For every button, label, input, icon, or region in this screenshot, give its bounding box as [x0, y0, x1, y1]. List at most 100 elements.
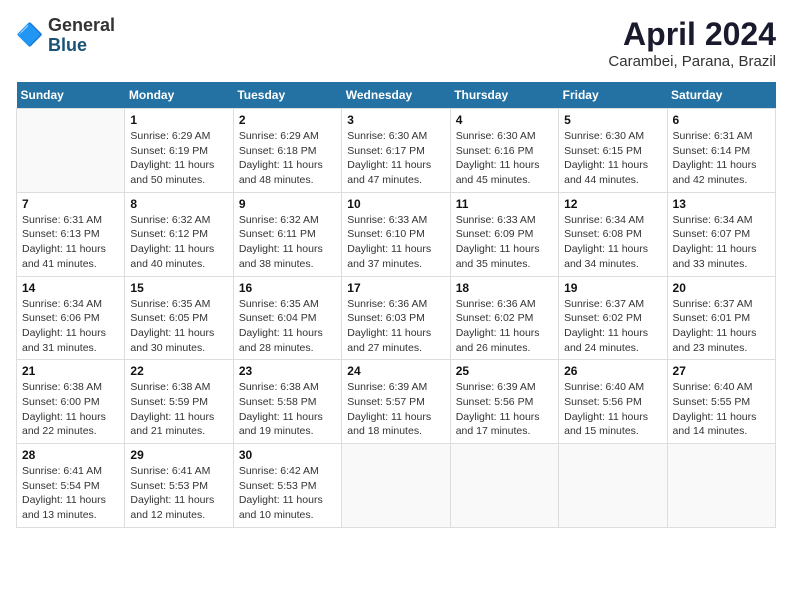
cell-content: Sunrise: 6:40 AM Sunset: 5:55 PM Dayligh… [673, 380, 770, 439]
cell-content: Sunrise: 6:29 AM Sunset: 6:18 PM Dayligh… [239, 129, 336, 188]
calendar-cell: 7 Sunrise: 6:31 AM Sunset: 6:13 PM Daylig… [17, 192, 125, 276]
day-number: 5 [564, 113, 661, 127]
calendar-cell: 5 Sunrise: 6:30 AM Sunset: 6:15 PM Daylig… [559, 109, 667, 193]
cell-content: Sunrise: 6:31 AM Sunset: 6:14 PM Dayligh… [673, 129, 770, 188]
logo-text: General Blue [48, 16, 115, 56]
cell-content: Sunrise: 6:35 AM Sunset: 6:05 PM Dayligh… [130, 297, 227, 356]
cell-content: Sunrise: 6:30 AM Sunset: 6:16 PM Dayligh… [456, 129, 553, 188]
calendar-cell: 8 Sunrise: 6:32 AM Sunset: 6:12 PM Daylig… [125, 192, 233, 276]
calendar-cell: 19 Sunrise: 6:37 AM Sunset: 6:02 PM Dayli… [559, 276, 667, 360]
cell-content: Sunrise: 6:36 AM Sunset: 6:03 PM Dayligh… [347, 297, 444, 356]
calendar-week-row: 1 Sunrise: 6:29 AM Sunset: 6:19 PM Daylig… [17, 109, 776, 193]
day-number: 3 [347, 113, 444, 127]
calendar-cell [667, 444, 775, 528]
day-number: 4 [456, 113, 553, 127]
cell-content: Sunrise: 6:33 AM Sunset: 6:10 PM Dayligh… [347, 213, 444, 272]
day-number: 22 [130, 364, 227, 378]
cell-content: Sunrise: 6:34 AM Sunset: 6:07 PM Dayligh… [673, 213, 770, 272]
calendar-cell: 16 Sunrise: 6:35 AM Sunset: 6:04 PM Dayli… [233, 276, 341, 360]
logo-blue: Blue [48, 36, 115, 56]
cell-content: Sunrise: 6:30 AM Sunset: 6:15 PM Dayligh… [564, 129, 661, 188]
cell-content: Sunrise: 6:39 AM Sunset: 5:57 PM Dayligh… [347, 380, 444, 439]
calendar-cell: 2Sunrise: 6:29 AM Sunset: 6:18 PM Daylig… [233, 109, 341, 193]
calendar-cell: 17 Sunrise: 6:36 AM Sunset: 6:03 PM Dayli… [342, 276, 450, 360]
day-number: 16 [239, 281, 336, 295]
calendar-cell: 9 Sunrise: 6:32 AM Sunset: 6:11 PM Daylig… [233, 192, 341, 276]
calendar-cell: 26 Sunrise: 6:40 AM Sunset: 5:56 PM Dayli… [559, 360, 667, 444]
day-number: 30 [239, 448, 336, 462]
calendar-day-header: Sunday [17, 82, 125, 109]
cell-content: Sunrise: 6:38 AM Sunset: 5:59 PM Dayligh… [130, 380, 227, 439]
calendar-day-header: Saturday [667, 82, 775, 109]
svg-text:🔷: 🔷 [16, 22, 43, 47]
logo-icon: 🔷 [16, 22, 44, 50]
calendar-day-header: Monday [125, 82, 233, 109]
cell-content: Sunrise: 6:32 AM Sunset: 6:11 PM Dayligh… [239, 213, 336, 272]
day-number: 21 [22, 364, 119, 378]
day-number: 14 [22, 281, 119, 295]
calendar-cell: 23 Sunrise: 6:38 AM Sunset: 5:58 PM Dayli… [233, 360, 341, 444]
cell-content: Sunrise: 6:40 AM Sunset: 5:56 PM Dayligh… [564, 380, 661, 439]
day-number: 28 [22, 448, 119, 462]
calendar-week-row: 14Sunrise: 6:34 AM Sunset: 6:06 PM Dayli… [17, 276, 776, 360]
calendar-cell: 10Sunrise: 6:33 AM Sunset: 6:10 PM Dayli… [342, 192, 450, 276]
calendar-cell: 1 Sunrise: 6:29 AM Sunset: 6:19 PM Daylig… [125, 109, 233, 193]
calendar-cell: 6Sunrise: 6:31 AM Sunset: 6:14 PM Daylig… [667, 109, 775, 193]
calendar-week-row: 21 Sunrise: 6:38 AM Sunset: 6:00 PM Dayli… [17, 360, 776, 444]
day-number: 24 [347, 364, 444, 378]
day-number: 15 [130, 281, 227, 295]
calendar-day-header: Thursday [450, 82, 558, 109]
cell-content: Sunrise: 6:30 AM Sunset: 6:17 PM Dayligh… [347, 129, 444, 188]
calendar-cell [450, 444, 558, 528]
calendar-cell: 22 Sunrise: 6:38 AM Sunset: 5:59 PM Dayli… [125, 360, 233, 444]
cell-content: Sunrise: 6:29 AM Sunset: 6:19 PM Dayligh… [130, 129, 227, 188]
day-number: 20 [673, 281, 770, 295]
calendar-cell: 14Sunrise: 6:34 AM Sunset: 6:06 PM Dayli… [17, 276, 125, 360]
logo-general: General [48, 16, 115, 36]
calendar-cell: 15 Sunrise: 6:35 AM Sunset: 6:05 PM Dayli… [125, 276, 233, 360]
day-number: 7 [22, 197, 119, 211]
calendar-cell: 12Sunrise: 6:34 AM Sunset: 6:08 PM Dayli… [559, 192, 667, 276]
calendar-cell: 13 Sunrise: 6:34 AM Sunset: 6:07 PM Dayli… [667, 192, 775, 276]
calendar-cell: 18Sunrise: 6:36 AM Sunset: 6:02 PM Dayli… [450, 276, 558, 360]
cell-content: Sunrise: 6:35 AM Sunset: 6:04 PM Dayligh… [239, 297, 336, 356]
calendar-week-row: 28 Sunrise: 6:41 AM Sunset: 5:54 PM Dayli… [17, 444, 776, 528]
calendar-cell: 24 Sunrise: 6:39 AM Sunset: 5:57 PM Dayli… [342, 360, 450, 444]
day-number: 1 [130, 113, 227, 127]
title-block: April 2024 Carambei, Parana, Brazil [608, 16, 776, 70]
cell-content: Sunrise: 6:42 AM Sunset: 5:53 PM Dayligh… [239, 464, 336, 523]
day-number: 11 [456, 197, 553, 211]
day-number: 23 [239, 364, 336, 378]
day-number: 12 [564, 197, 661, 211]
calendar-cell: 27 Sunrise: 6:40 AM Sunset: 5:55 PM Dayli… [667, 360, 775, 444]
cell-content: Sunrise: 6:39 AM Sunset: 5:56 PM Dayligh… [456, 380, 553, 439]
day-number: 27 [673, 364, 770, 378]
calendar-week-row: 7 Sunrise: 6:31 AM Sunset: 6:13 PM Daylig… [17, 192, 776, 276]
day-number: 8 [130, 197, 227, 211]
day-number: 17 [347, 281, 444, 295]
calendar-cell: 29Sunrise: 6:41 AM Sunset: 5:53 PM Dayli… [125, 444, 233, 528]
cell-content: Sunrise: 6:37 AM Sunset: 6:01 PM Dayligh… [673, 297, 770, 356]
calendar-cell [17, 109, 125, 193]
calendar-header-row: SundayMondayTuesdayWednesdayThursdayFrid… [17, 82, 776, 109]
cell-content: Sunrise: 6:38 AM Sunset: 6:00 PM Dayligh… [22, 380, 119, 439]
cell-content: Sunrise: 6:33 AM Sunset: 6:09 PM Dayligh… [456, 213, 553, 272]
cell-content: Sunrise: 6:31 AM Sunset: 6:13 PM Dayligh… [22, 213, 119, 272]
day-number: 29 [130, 448, 227, 462]
calendar-day-header: Friday [559, 82, 667, 109]
day-number: 9 [239, 197, 336, 211]
cell-content: Sunrise: 6:41 AM Sunset: 5:54 PM Dayligh… [22, 464, 119, 523]
day-number: 25 [456, 364, 553, 378]
day-number: 18 [456, 281, 553, 295]
day-number: 19 [564, 281, 661, 295]
cell-content: Sunrise: 6:32 AM Sunset: 6:12 PM Dayligh… [130, 213, 227, 272]
calendar-cell: 4 Sunrise: 6:30 AM Sunset: 6:16 PM Daylig… [450, 109, 558, 193]
day-number: 26 [564, 364, 661, 378]
day-number: 13 [673, 197, 770, 211]
calendar-cell: 3 Sunrise: 6:30 AM Sunset: 6:17 PM Daylig… [342, 109, 450, 193]
calendar-cell: 21 Sunrise: 6:38 AM Sunset: 6:00 PM Dayli… [17, 360, 125, 444]
calendar-cell [559, 444, 667, 528]
cell-content: Sunrise: 6:37 AM Sunset: 6:02 PM Dayligh… [564, 297, 661, 356]
logo: 🔷 General Blue [16, 16, 115, 56]
cell-content: Sunrise: 6:38 AM Sunset: 5:58 PM Dayligh… [239, 380, 336, 439]
